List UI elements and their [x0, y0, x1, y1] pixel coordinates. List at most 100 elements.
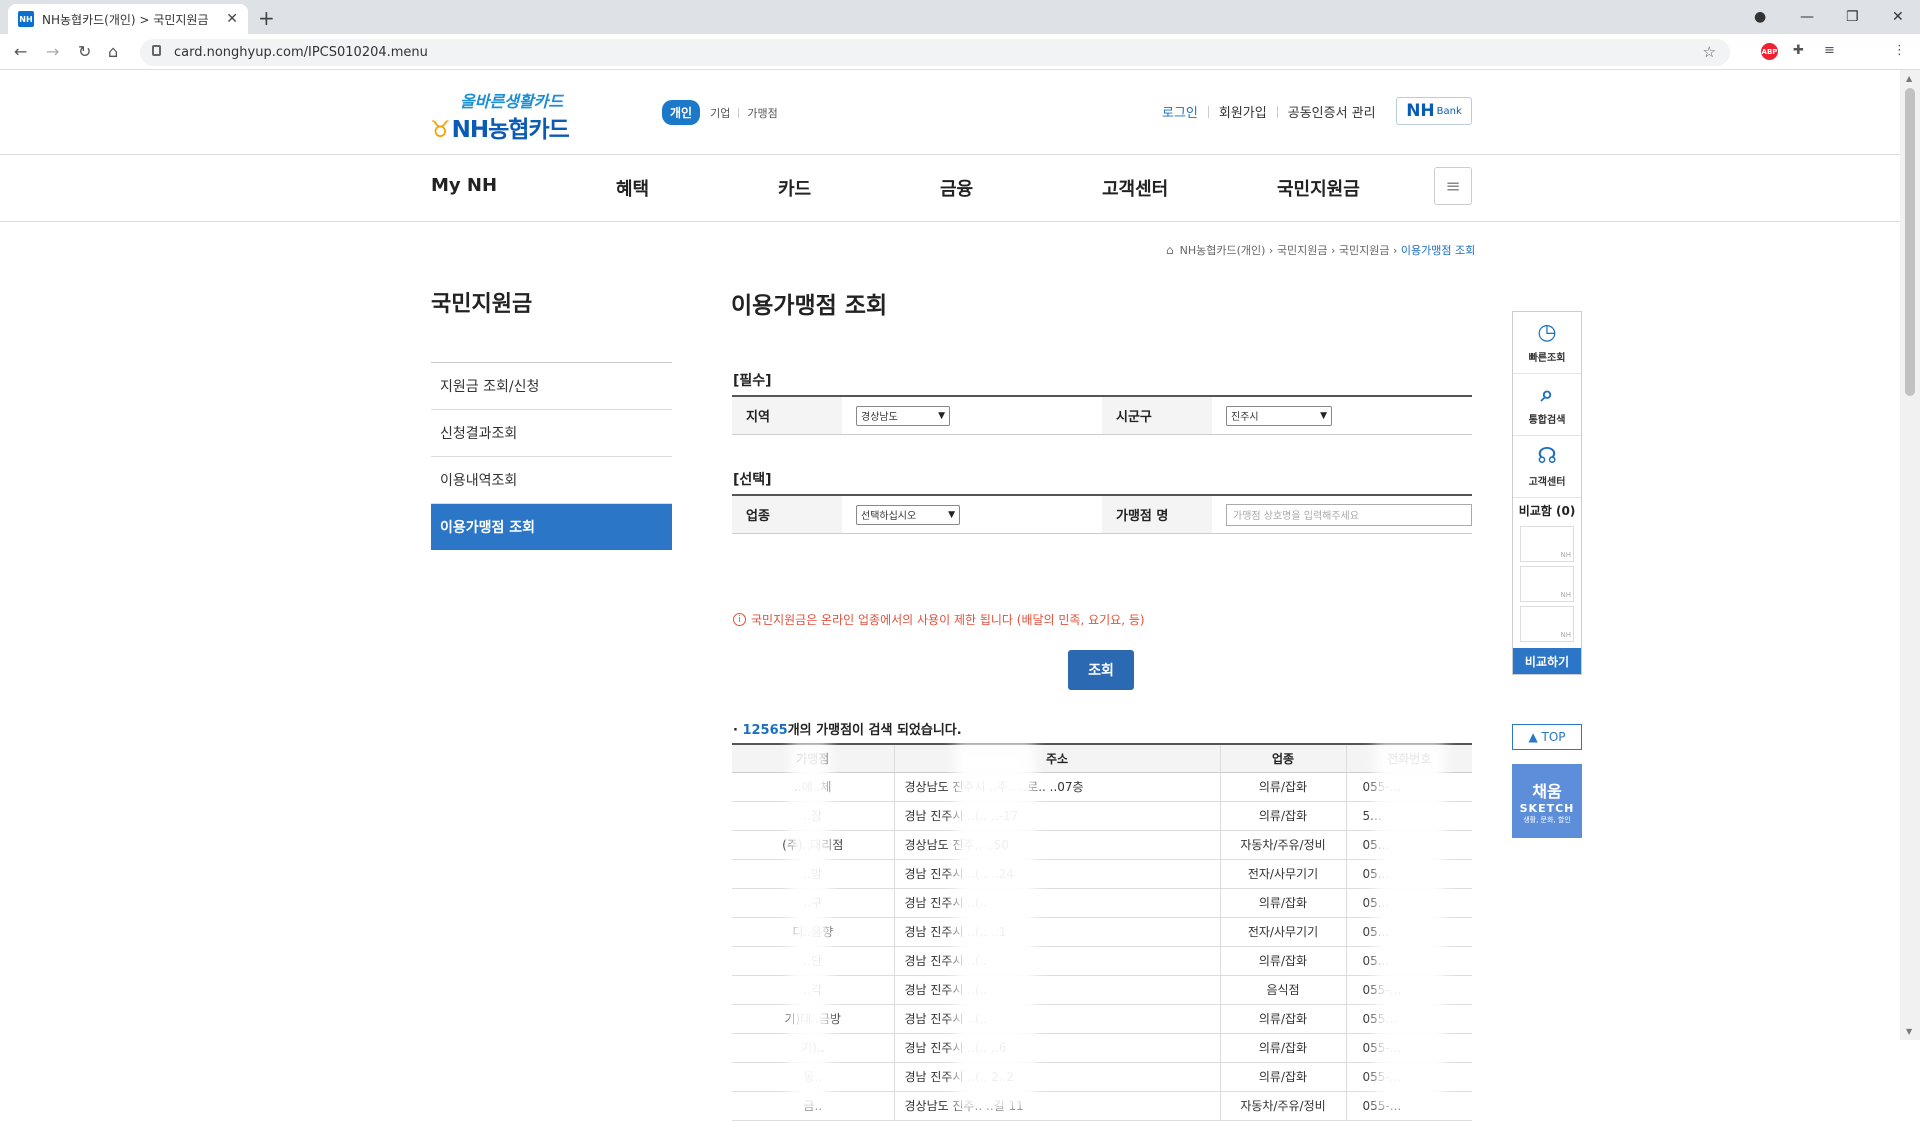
cell-addr: 경남 진주시 ..(.. ..24	[894, 859, 1221, 889]
nav-card[interactable]: 카드	[778, 175, 811, 201]
table-row: ..장경남 진주시 ..(.. ..-17의류/잡화5...	[732, 801, 1472, 831]
profile-icon[interactable]: ●	[1754, 0, 1766, 34]
side-nav-item-merchant[interactable]: 이용가맹점 조회	[431, 504, 672, 550]
quick-lookup-button[interactable]: ◷ 빠른조회	[1513, 312, 1581, 374]
integrated-search-button[interactable]: ⌕ 통합검색	[1513, 374, 1581, 436]
tab-personal[interactable]: 개인	[662, 100, 701, 125]
url-field[interactable]: card.nonghyup.com/IPCS010204.menu ☆	[140, 39, 1730, 66]
result-count: · 12565개의 가맹점이 검색 되었습니다.	[733, 723, 962, 738]
side-nav-item-usage[interactable]: 이용내역조회	[431, 457, 672, 504]
home-icon[interactable]: ⌂	[108, 42, 118, 61]
nav-my-nh[interactable]: My NH	[431, 175, 497, 196]
media-icon[interactable]: ≡	[1824, 43, 1835, 58]
required-label: [필수]	[733, 373, 772, 389]
breadcrumb-item[interactable]: 국민지원금	[1339, 242, 1390, 258]
compare-button[interactable]: 비교하기	[1513, 648, 1581, 674]
required-form-row: 지역 경상남도 ▼ 시군구 진주시 ▼	[732, 395, 1472, 435]
nh-card-logo[interactable]: 올바른생활카드 ♉NH농협카드	[430, 88, 590, 143]
minimize-icon[interactable]: —	[1800, 0, 1814, 34]
cell-type: 의류/잡화	[1220, 946, 1347, 976]
scroll-top-button[interactable]: ▲ TOP	[1512, 724, 1582, 750]
compare-slot[interactable]: NH	[1520, 526, 1574, 562]
breadcrumb-item[interactable]: 국민지원금	[1277, 242, 1328, 258]
login-link[interactable]: 로그인	[1162, 102, 1198, 121]
cell-type: 의류/잡화	[1220, 888, 1347, 918]
compare-box-label: 비교함 (0)	[1518, 503, 1576, 518]
table-row: 기)대..금방경남 진주시 ..(..의류/잡화055...	[732, 1004, 1472, 1034]
chevron-down-icon: ▼	[948, 509, 955, 520]
divider	[0, 221, 1900, 222]
cell-addr: 경남 진주시 ..(.. ..1	[894, 917, 1221, 947]
merchant-table: 가맹점 주소 업종 전화번호 ..에..체경상남도 진주시 ..주.. ..로.…	[732, 743, 1472, 1121]
compare-slot[interactable]: NH	[1520, 566, 1574, 602]
close-tab-icon[interactable]: ✕	[226, 11, 238, 27]
cell-addr: 경남 진주시 ..(..	[894, 946, 1221, 976]
scroll-up-icon[interactable]: ▲	[1906, 74, 1912, 83]
scrollbar-thumb[interactable]	[1905, 88, 1915, 396]
tab-title: NH농협카드(개인) > 국민지원금	[42, 12, 209, 27]
table-row: 디..음향경남 진주시 ..(.. ..1전자/사무기기05...	[732, 917, 1472, 947]
back-icon[interactable]: ←	[14, 42, 27, 61]
cell-addr: 경상남도 진주시 ..주.. ..로.. ..07층	[894, 772, 1221, 802]
table-row: ..방경남 진주시 ..(.. ..24전자/사무기기05...	[732, 859, 1472, 889]
divider	[1207, 105, 1209, 118]
hamburger-menu-icon[interactable]: ≡	[1434, 167, 1472, 205]
region-label: 지역	[732, 397, 842, 434]
nh-bank-button[interactable]: NH Bank	[1396, 97, 1472, 125]
cell-addr: 경남 진주시 ..(.. 2..2	[894, 1062, 1221, 1092]
store-name-input[interactable]: 가맹점 상호명을 입력해주세요	[1226, 503, 1472, 526]
compare-slot[interactable]: NH	[1520, 606, 1574, 642]
chevron-down-icon: ▼	[938, 410, 945, 421]
maximize-icon[interactable]: ❐	[1846, 0, 1859, 34]
adblock-icon[interactable]: ABP	[1761, 43, 1778, 60]
reload-icon[interactable]: ↻	[78, 42, 91, 61]
browser-tab[interactable]: NH NH농협카드(개인) > 국민지원금 ✕	[8, 4, 248, 34]
side-nav: 지원금 조회/신청 신청결과조회 이용내역조회 이용가맹점 조회	[431, 362, 672, 550]
scroll-down-icon[interactable]: ▼	[1906, 1027, 1912, 1036]
nav-finance[interactable]: 금융	[940, 175, 973, 201]
page-scrollbar[interactable]: ▲ ▼	[1900, 70, 1920, 1040]
chaeum-sketch-banner[interactable]: 채움 SKETCH 생활, 문화, 할인	[1512, 764, 1582, 838]
redaction-blur	[955, 742, 1035, 1110]
cell-type: 자동차/주유/정비	[1220, 1091, 1347, 1121]
address-bar: ← → ↻ ⌂ card.nonghyup.com/IPCS010204.men…	[0, 34, 1920, 70]
table-row: 금..경상남도 진주.. ..길 11자동차/주유/정비055-...	[732, 1091, 1472, 1121]
side-nav-item-check-apply[interactable]: 지원금 조회/신청	[431, 363, 672, 410]
nav-customer-center[interactable]: 고객센터	[1102, 175, 1168, 201]
side-nav-item-result[interactable]: 신청결과조회	[431, 410, 672, 457]
cell-addr: 경남 진주시 ..(..	[894, 888, 1221, 918]
cell-addr: 경남 진주시 ..(..	[894, 975, 1221, 1005]
district-select[interactable]: 진주시 ▼	[1226, 405, 1332, 426]
customer-center-button[interactable]: ☊ 고객센터	[1513, 436, 1581, 498]
search-button[interactable]: 조회	[1068, 650, 1134, 690]
new-tab-icon[interactable]: +	[258, 6, 275, 30]
table-row: ..단경남 진주시 ..(..의류/잡화05...	[732, 946, 1472, 976]
optional-label: [선택]	[733, 472, 772, 488]
redaction-blur	[1375, 742, 1445, 1110]
tab-business[interactable]: 기업	[710, 105, 730, 121]
column-header: 주소	[894, 743, 1221, 773]
region-select[interactable]: 경상남도 ▼	[856, 405, 950, 426]
clock-icon: ◷	[1537, 320, 1557, 345]
tab-merchant[interactable]: 가맹점	[747, 105, 777, 121]
bookmark-star-icon[interactable]: ☆	[1703, 43, 1716, 61]
extensions-icon[interactable]: ✚	[1793, 43, 1804, 58]
home-icon[interactable]: ⌂	[1166, 243, 1174, 257]
cell-type: 의류/잡화	[1220, 1004, 1347, 1034]
caret-up-icon: ▲	[1528, 730, 1538, 744]
nav-national-support[interactable]: 국민지원금	[1277, 175, 1360, 201]
more-menu-icon[interactable]: ⋮	[1893, 43, 1906, 58]
nav-benefits[interactable]: 혜택	[616, 175, 649, 201]
breadcrumb-item[interactable]: NH농협카드(개인)	[1180, 242, 1266, 258]
cell-addr: 경상남도 진주.. ..길 11	[894, 1091, 1221, 1121]
certificate-link[interactable]: 공동인증서 관리	[1288, 102, 1376, 121]
info-icon: i	[733, 613, 746, 626]
district-label: 시군구	[1102, 397, 1212, 434]
forward-icon[interactable]: →	[46, 42, 59, 61]
industry-select[interactable]: 선택하십시오 ▼	[856, 504, 960, 525]
table-header-row: 가맹점 주소 업종 전화번호	[732, 743, 1472, 773]
close-window-icon[interactable]: ✕	[1892, 0, 1904, 34]
quick-menu: ◷ 빠른조회 ⌕ 통합검색 ☊ 고객센터 비교함 (0) NH NH NH 비교…	[1512, 311, 1582, 675]
signup-link[interactable]: 회원가입	[1219, 102, 1267, 121]
cell-type: 의류/잡화	[1220, 1062, 1347, 1092]
